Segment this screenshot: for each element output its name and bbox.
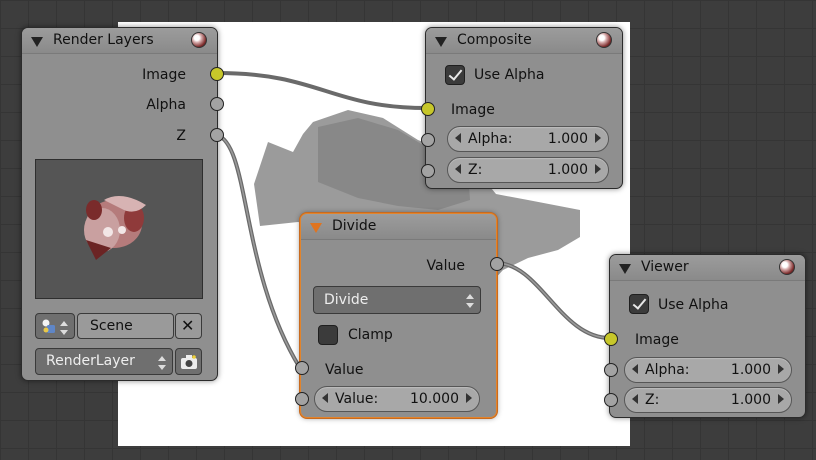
input-value-socket[interactable] — [295, 361, 309, 375]
z-field-label: Z: — [468, 162, 483, 178]
composite-header[interactable]: Composite — [426, 28, 622, 54]
z-field-label: Z: — [645, 392, 660, 408]
scene-icon — [41, 318, 57, 334]
clamp-checkbox[interactable] — [318, 325, 338, 345]
collapse-triangle-icon[interactable] — [435, 37, 447, 47]
alpha-field-label: Alpha: — [645, 362, 690, 378]
operation-updown-icon — [466, 294, 474, 308]
input-alpha-socket[interactable] — [604, 363, 618, 377]
output-value-socket[interactable] — [490, 257, 504, 271]
decrement-arrow-icon[interactable] — [632, 364, 638, 374]
collapse-triangle-icon[interactable] — [619, 264, 631, 274]
decrement-arrow-icon[interactable] — [322, 393, 328, 403]
output-image-socket[interactable] — [210, 67, 224, 81]
scene-field[interactable]: Scene — [77, 313, 174, 339]
output-alpha-label: Alpha — [146, 97, 186, 113]
decrement-arrow-icon[interactable] — [455, 133, 461, 143]
render-layer-name: RenderLayer — [46, 353, 135, 369]
value-field-value: 10.000 — [410, 391, 459, 407]
alpha-field[interactable]: Alpha: 1.000 — [624, 357, 792, 383]
operation-value: Divide — [324, 292, 369, 308]
increment-arrow-icon[interactable] — [778, 364, 784, 374]
value-field[interactable]: Value: 10.000 — [314, 386, 480, 412]
render-preview — [35, 159, 203, 299]
output-value-label: Value — [426, 258, 465, 274]
composite-node[interactable]: Composite Use Alpha Image Alpha: 1.000 Z… — [421, 27, 623, 189]
z-field-value: 1.000 — [547, 162, 588, 178]
viewer-header[interactable]: Viewer — [610, 255, 805, 281]
output-z-label: Z — [176, 128, 186, 144]
value-field-label: Value: — [335, 391, 379, 407]
scene-name: Scene — [90, 318, 133, 334]
output-alpha-socket[interactable] — [210, 97, 224, 111]
input-z-socket[interactable] — [421, 164, 435, 178]
increment-arrow-icon[interactable] — [778, 394, 784, 404]
input-image-socket[interactable] — [421, 102, 435, 116]
layer-updown-icon — [158, 356, 166, 370]
input-image-socket[interactable] — [604, 332, 618, 346]
preview-toggle-icon[interactable] — [191, 32, 207, 48]
collapse-triangle-icon[interactable] — [310, 223, 322, 233]
alpha-field-label: Alpha: — [468, 131, 513, 147]
render-layer-selector[interactable]: RenderLayer — [35, 348, 173, 375]
increment-arrow-icon[interactable] — [466, 393, 472, 403]
alpha-field-value: 1.000 — [730, 362, 771, 378]
preview-toggle-icon[interactable] — [779, 259, 795, 275]
use-alpha-checkbox[interactable] — [445, 65, 465, 85]
monkey-render-thumbnail — [84, 196, 146, 260]
close-icon: ✕ — [181, 316, 195, 335]
node-title: Composite — [457, 32, 532, 48]
z-field[interactable]: Z: 1.000 — [447, 157, 609, 183]
divide-header[interactable]: Divide — [301, 214, 496, 240]
scene-clear-button[interactable]: ✕ — [175, 313, 202, 339]
node-title: Viewer — [641, 259, 689, 275]
render-button[interactable] — [175, 348, 202, 375]
increment-arrow-icon[interactable] — [595, 164, 601, 174]
collapse-triangle-icon[interactable] — [31, 37, 43, 47]
input-image-label: Image — [635, 332, 679, 348]
preview-toggle-icon[interactable] — [596, 32, 612, 48]
z-field-value: 1.000 — [730, 392, 771, 408]
input-value2-socket[interactable] — [295, 392, 309, 406]
scene-selector[interactable] — [35, 313, 75, 339]
node-title: Divide — [332, 218, 377, 234]
divide-node[interactable]: Divide Value Divide Clamp Value Value: 1… — [295, 213, 504, 418]
viewer-node[interactable]: Viewer Use Alpha Image Alpha: 1.000 Z: 1… — [604, 254, 806, 418]
input-z-socket[interactable] — [604, 393, 618, 407]
decrement-arrow-icon[interactable] — [455, 164, 461, 174]
decrement-arrow-icon[interactable] — [632, 394, 638, 404]
clamp-label: Clamp — [348, 327, 393, 343]
input-image-label: Image — [451, 102, 495, 118]
output-image-label: Image — [142, 67, 186, 83]
use-alpha-label: Use Alpha — [474, 67, 545, 83]
scene-updown-icon — [60, 321, 68, 335]
z-field[interactable]: Z: 1.000 — [624, 387, 792, 413]
use-alpha-label: Use Alpha — [658, 297, 729, 313]
render-layers-header[interactable]: Render Layers — [22, 28, 217, 54]
input-value-label: Value — [325, 362, 364, 378]
input-alpha-socket[interactable] — [421, 133, 435, 147]
output-z-socket[interactable] — [210, 128, 224, 142]
render-layers-node[interactable]: Render Layers Image Alpha Z Scene ✕ Rend… — [21, 27, 224, 381]
alpha-field[interactable]: Alpha: 1.000 — [447, 126, 609, 152]
camera-icon — [180, 354, 198, 370]
operation-dropdown[interactable]: Divide — [313, 286, 481, 314]
node-title: Render Layers — [53, 32, 154, 48]
alpha-field-value: 1.000 — [547, 131, 588, 147]
increment-arrow-icon[interactable] — [595, 133, 601, 143]
use-alpha-checkbox[interactable] — [629, 294, 649, 314]
